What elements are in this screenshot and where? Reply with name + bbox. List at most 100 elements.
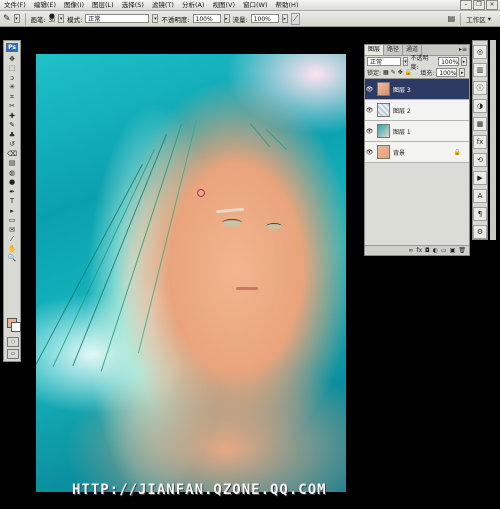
layer-row[interactable]: 👁 背景 🔒 bbox=[365, 142, 469, 163]
layer-row[interactable]: 👁 图层 1 bbox=[365, 121, 469, 142]
lock-transparency-icon[interactable]: ▦ bbox=[383, 69, 389, 76]
visibility-eye-icon[interactable]: 👁 bbox=[365, 107, 374, 114]
opacity-field[interactable]: 100% bbox=[192, 14, 221, 23]
menu-item-2[interactable]: 图像(I) bbox=[60, 0, 88, 10]
trash-icon[interactable]: 🗑 bbox=[458, 247, 466, 254]
color-icon[interactable]: ◑ bbox=[473, 99, 487, 113]
panel-footer: ∞ fx ◘ ◐ ▭ ▣ 🗑 bbox=[365, 245, 469, 255]
actions-icon[interactable]: ▶ bbox=[473, 171, 487, 185]
panel-menu-icon[interactable]: ▸≡ bbox=[459, 45, 469, 55]
pen-icon[interactable]: ✒ bbox=[5, 188, 19, 197]
lasso-icon[interactable]: ↄ bbox=[5, 74, 19, 83]
zoom-icon[interactable]: 🔍 bbox=[5, 254, 19, 263]
eyedropper-icon[interactable]: ⁄ bbox=[5, 235, 19, 244]
blend-mode-select[interactable]: 正常 bbox=[367, 57, 401, 66]
tab-layers[interactable]: 图层 bbox=[365, 45, 385, 55]
menu-item-3[interactable]: 图层(L) bbox=[88, 0, 118, 10]
quick-mask-icon[interactable]: ◌ bbox=[7, 337, 19, 347]
watermark-url: HTTP://JIANFAN.QZONE.QQ.COM bbox=[72, 482, 327, 498]
move-icon[interactable]: ✥ bbox=[5, 55, 19, 64]
new-layer-icon[interactable]: ▣ bbox=[450, 247, 456, 254]
menu-item-7[interactable]: 视图(V) bbox=[208, 0, 239, 10]
info-icon[interactable]: ⓘ bbox=[473, 81, 487, 95]
visibility-eye-icon[interactable]: 👁 bbox=[365, 149, 374, 156]
navigator-icon[interactable]: ◎ bbox=[473, 45, 487, 59]
blur-icon[interactable]: ◍ bbox=[5, 169, 19, 178]
flow-dropdown[interactable]: ▸ bbox=[281, 14, 288, 23]
brush-tool-icon[interactable]: ✎ bbox=[3, 14, 11, 24]
adjustment-icon[interactable]: ◐ bbox=[433, 247, 438, 254]
layer-row[interactable]: 👁 图层 3 bbox=[365, 79, 469, 100]
lock-all-icon[interactable]: 🔒 bbox=[405, 69, 412, 76]
menu-item-1[interactable]: 编辑(E) bbox=[30, 0, 60, 10]
fill-field[interactable]: 100% bbox=[436, 68, 458, 77]
menu-item-6[interactable]: 分析(A) bbox=[178, 0, 209, 10]
dodge-icon[interactable]: ● bbox=[5, 178, 19, 187]
visibility-eye-icon[interactable]: 👁 bbox=[365, 128, 374, 135]
lock-label: 锁定: bbox=[367, 70, 382, 77]
gradient-icon[interactable]: ▤ bbox=[5, 159, 19, 168]
fill-dropdown[interactable]: ▸ bbox=[459, 68, 466, 77]
layer-thumbnail bbox=[377, 82, 390, 96]
styles-icon[interactable]: fx bbox=[473, 135, 487, 149]
healing-icon[interactable]: ✚ bbox=[5, 112, 19, 121]
mode-dropdown[interactable]: ▾ bbox=[152, 14, 159, 23]
menu-item-5[interactable]: 滤镜(T) bbox=[148, 0, 178, 10]
visibility-eye-icon[interactable]: 👁 bbox=[365, 86, 374, 93]
menu-item-4[interactable]: 选择(S) bbox=[118, 0, 148, 10]
crop-icon[interactable]: ⌗ bbox=[5, 93, 19, 102]
minimize-button[interactable]: – bbox=[460, 0, 472, 10]
opacity-dropdown[interactable]: ▸ bbox=[223, 14, 230, 23]
tab-paths[interactable]: 路径 bbox=[384, 45, 404, 55]
character-icon[interactable]: A bbox=[473, 189, 487, 203]
brush-preset-picker[interactable]: ● 30 bbox=[48, 12, 56, 24]
swatches-icon[interactable]: ▦ bbox=[473, 117, 487, 131]
airbrush-icon[interactable]: ⟋ bbox=[290, 12, 301, 25]
tool-preset-dropdown[interactable]: ▾ bbox=[13, 14, 20, 23]
layer-row[interactable]: 👁 图层 2 bbox=[365, 100, 469, 121]
lock-pixels-icon[interactable]: ✎ bbox=[391, 69, 396, 76]
layer-opacity-field[interactable]: 100% bbox=[438, 57, 460, 66]
paragraph-icon[interactable]: ¶ bbox=[473, 207, 487, 221]
histogram-icon[interactable]: ▥ bbox=[473, 63, 487, 77]
menu-item-8[interactable]: 窗口(W) bbox=[239, 0, 272, 10]
background-color-swatch[interactable] bbox=[11, 322, 21, 332]
brush-icon[interactable]: ✎ bbox=[5, 121, 19, 130]
history-icon[interactable]: ⟲ bbox=[473, 153, 487, 167]
brush-preset-dropdown[interactable]: ▾ bbox=[58, 14, 65, 23]
flow-field[interactable]: 100% bbox=[250, 14, 279, 23]
path-select-icon[interactable]: ▸ bbox=[5, 207, 19, 216]
eraser-icon[interactable]: ⌫ bbox=[5, 150, 19, 159]
blend-mode-dropdown[interactable]: ▾ bbox=[402, 57, 409, 66]
brush-size: 30 bbox=[48, 17, 56, 24]
notes-icon[interactable]: ✉ bbox=[5, 226, 19, 235]
lock-position-icon[interactable]: ✥ bbox=[398, 69, 403, 76]
dock-scrollbar[interactable] bbox=[490, 40, 496, 240]
fx-icon[interactable]: fx bbox=[416, 247, 422, 254]
palette-well-icon[interactable]: ▤ bbox=[448, 14, 456, 23]
document-canvas[interactable] bbox=[36, 54, 346, 492]
group-icon[interactable]: ▭ bbox=[441, 247, 447, 254]
close-button[interactable]: × bbox=[486, 0, 498, 10]
layer-opacity-dropdown[interactable]: ▸ bbox=[461, 57, 467, 66]
menu-item-0[interactable]: 文件(F) bbox=[0, 0, 30, 10]
workspace-button[interactable]: 工作区 ▾ bbox=[466, 14, 491, 24]
type-icon[interactable]: T bbox=[5, 197, 19, 206]
restore-button[interactable]: ❐ bbox=[473, 0, 485, 10]
menu-item-9[interactable]: 帮助(H) bbox=[272, 0, 303, 10]
tool-presets-icon[interactable]: ⚙ bbox=[473, 225, 487, 239]
mask-icon[interactable]: ◘ bbox=[425, 247, 430, 254]
screen-mode-icon[interactable]: ▭ bbox=[7, 349, 19, 359]
magic-wand-icon[interactable]: ✳ bbox=[5, 83, 19, 92]
mode-select[interactable]: 正常 bbox=[85, 14, 150, 23]
shape-icon[interactable]: ▭ bbox=[5, 216, 19, 225]
history-brush-icon[interactable]: ↺ bbox=[5, 140, 19, 149]
slice-icon[interactable]: ✂ bbox=[5, 102, 19, 111]
menu-bar: 文件(F) 编辑(E) 图像(I) 图层(L) 选择(S) 滤镜(T) 分析(A) 视图(V)… bbox=[0, 0, 500, 11]
marquee-icon[interactable]: ⬚ bbox=[5, 64, 19, 73]
link-icon[interactable]: ∞ bbox=[408, 247, 413, 254]
stamp-icon[interactable]: ♣ bbox=[5, 131, 19, 140]
hand-icon[interactable]: ✋ bbox=[5, 245, 19, 254]
fill-label: 填充: bbox=[420, 70, 435, 77]
mode-label: 模式: bbox=[67, 15, 83, 24]
